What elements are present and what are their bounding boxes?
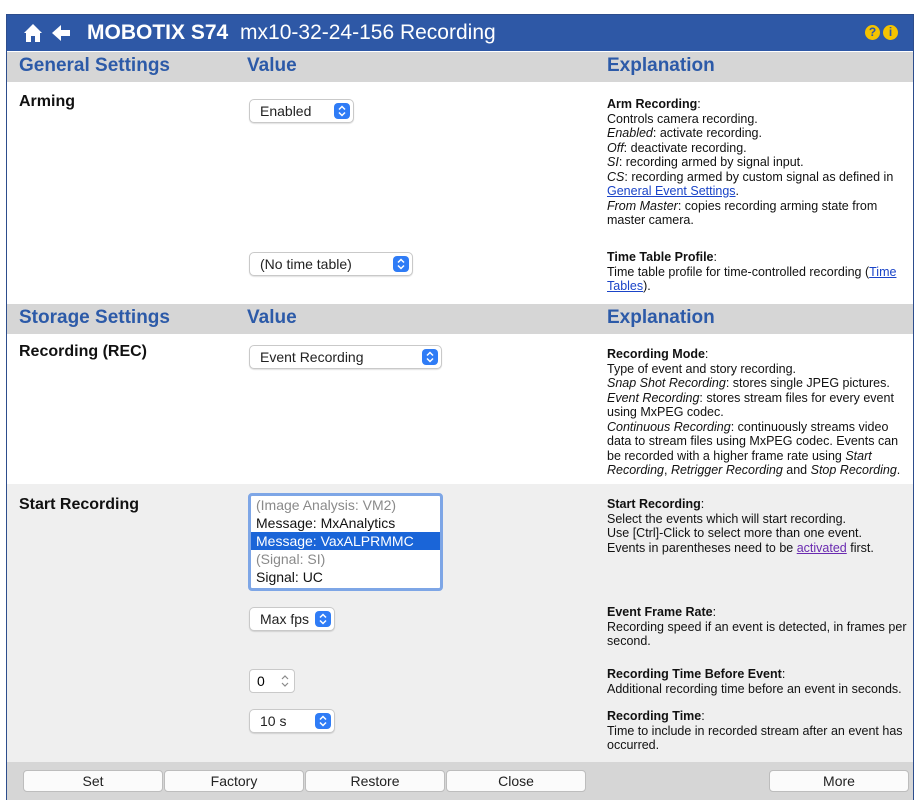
stepper-arrows-icon[interactable] <box>281 674 289 691</box>
column-header-explanation: Explanation <box>607 55 715 76</box>
select-chevron-icon <box>315 713 331 729</box>
time-before-value: 0 <box>257 673 265 689</box>
recording-time-before-event-stepper[interactable]: 0 <box>249 669 295 693</box>
start-recording-event-list[interactable]: (Image Analysis: VM2) Message: MxAnalyti… <box>248 493 443 591</box>
column-header-value: Value <box>247 307 297 328</box>
recording-time-explanation: Recording Time: Time to include in recor… <box>607 709 903 752</box>
list-item[interactable]: (Image Analysis: VM2) <box>251 496 440 514</box>
event-frame-rate-select[interactable]: Max fps <box>249 607 335 631</box>
page-title: MOBOTIX S74 mx10-32-24-156 Recording <box>87 20 496 46</box>
arming-select[interactable]: Enabled <box>249 99 354 123</box>
arming-label: Arming <box>19 93 75 110</box>
time-table-select[interactable]: (No time table) <box>249 252 413 276</box>
recording-mode-explanation: Recording Mode: Type of event and story … <box>607 347 901 477</box>
select-chevron-icon <box>393 256 409 272</box>
general-settings-header: General Settings Value Explanation <box>7 52 913 82</box>
start-recording-label: Start Recording <box>19 496 140 513</box>
set-button[interactable]: Set <box>23 770 163 792</box>
time-table-selected-value: (No time table) <box>260 256 352 272</box>
title-bar: MOBOTIX S74 mx10-32-24-156 Recording ? i <box>7 15 913 51</box>
list-item[interactable]: Message: MxAnalytics <box>251 514 440 532</box>
info-icon[interactable]: i <box>883 25 898 40</box>
time-before-event-explanation: Recording Time Before Event: Additional … <box>607 667 902 696</box>
brand-name: MOBOTIX S74 <box>87 21 229 44</box>
recording-time-selected-value: 10 s <box>260 713 287 729</box>
recording-dialog: MOBOTIX S74 mx10-32-24-156 Recording ? i… <box>6 14 914 800</box>
activated-link[interactable]: activated <box>797 541 847 555</box>
frame-rate-selected-value: Max fps <box>260 611 310 627</box>
column-header-settings: Storage Settings <box>19 307 170 328</box>
recording-label: Recording (REC) <box>19 343 147 360</box>
home-icon[interactable] <box>21 21 45 45</box>
storage-settings-header: Storage Settings Value Explanation <box>7 304 913 334</box>
close-button[interactable]: Close <box>446 770 586 792</box>
help-icon[interactable]: ? <box>865 25 880 40</box>
recording-mode-selected-value: Event Recording <box>260 349 364 365</box>
footer-button-bar: Set Factory Restore Close More <box>7 762 913 800</box>
recording-time-select[interactable]: 10 s <box>249 709 335 733</box>
list-item-selected[interactable]: Message: VaxALPRMMC <box>251 532 440 550</box>
factory-button[interactable]: Factory <box>164 770 304 792</box>
select-chevron-icon <box>315 611 331 627</box>
general-event-settings-link[interactable]: General Event Settings <box>607 184 736 198</box>
column-header-explanation: Explanation <box>607 307 715 328</box>
back-arrow-icon[interactable] <box>49 21 73 45</box>
list-item[interactable]: (Signal: SI) <box>251 550 440 568</box>
select-chevron-icon <box>422 349 438 365</box>
start-recording-explanation: Start Recording: Select the events which… <box>607 497 874 555</box>
column-header-settings: General Settings <box>19 55 170 76</box>
restore-button[interactable]: Restore <box>305 770 445 792</box>
select-chevron-icon <box>334 103 350 119</box>
arming-explanation: Arm Recording: Controls camera recording… <box>607 97 894 227</box>
more-button[interactable]: More <box>769 770 909 792</box>
list-item[interactable]: Signal: UC <box>251 568 440 586</box>
event-frame-rate-explanation: Event Frame Rate: Recording speed if an … <box>607 605 907 648</box>
time-table-explanation: Time Table Profile: Time table profile f… <box>607 250 897 293</box>
camera-page-title: mx10-32-24-156 Recording <box>240 21 496 44</box>
recording-mode-select[interactable]: Event Recording <box>249 345 442 369</box>
arming-selected-value: Enabled <box>260 103 312 119</box>
column-header-value: Value <box>247 55 297 76</box>
